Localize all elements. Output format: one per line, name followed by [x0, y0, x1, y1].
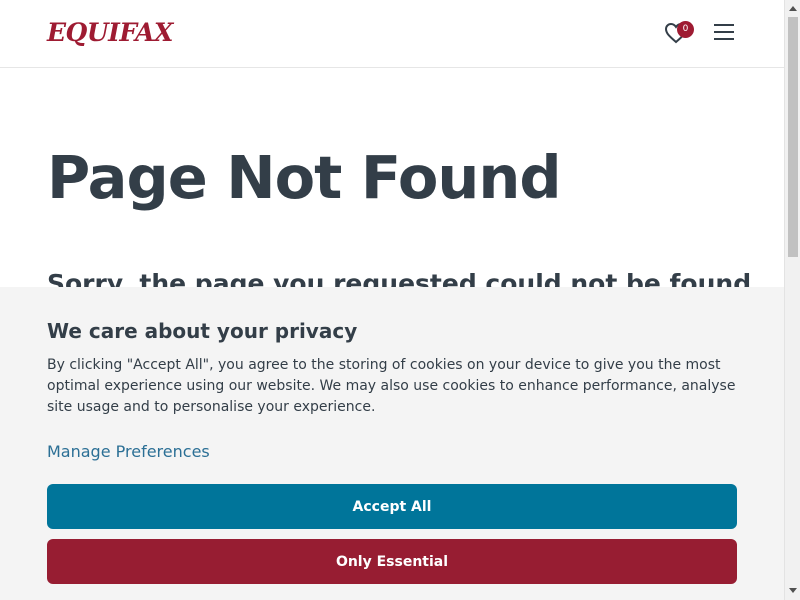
saved-count-badge: 0 [677, 21, 694, 38]
page-scrollbar[interactable] [784, 0, 800, 600]
hamburger-menu-icon[interactable] [714, 24, 734, 42]
site-header: EQUIFAX 0 [0, 0, 784, 68]
page: EQUIFAX 0 Page Not Found Sorry, the page… [0, 0, 800, 600]
cookie-banner-title: We care about your privacy [47, 319, 358, 343]
cookie-banner-text: By clicking "Accept All", you agree to t… [47, 357, 736, 415]
scrollbar-thumb[interactable] [788, 17, 798, 257]
equifax-logo[interactable]: EQUIFAX [47, 18, 173, 48]
scroll-down-arrow-icon[interactable] [789, 588, 797, 593]
accept-all-button[interactable]: Accept All [47, 484, 737, 529]
page-title: Page Not Found [47, 143, 562, 212]
cookie-consent-banner: We care about your privacy By clicking "… [0, 287, 784, 600]
manage-preferences-link[interactable]: Manage Preferences [47, 441, 210, 463]
only-essential-button[interactable]: Only Essential [47, 539, 737, 584]
scroll-up-arrow-icon[interactable] [789, 6, 797, 11]
